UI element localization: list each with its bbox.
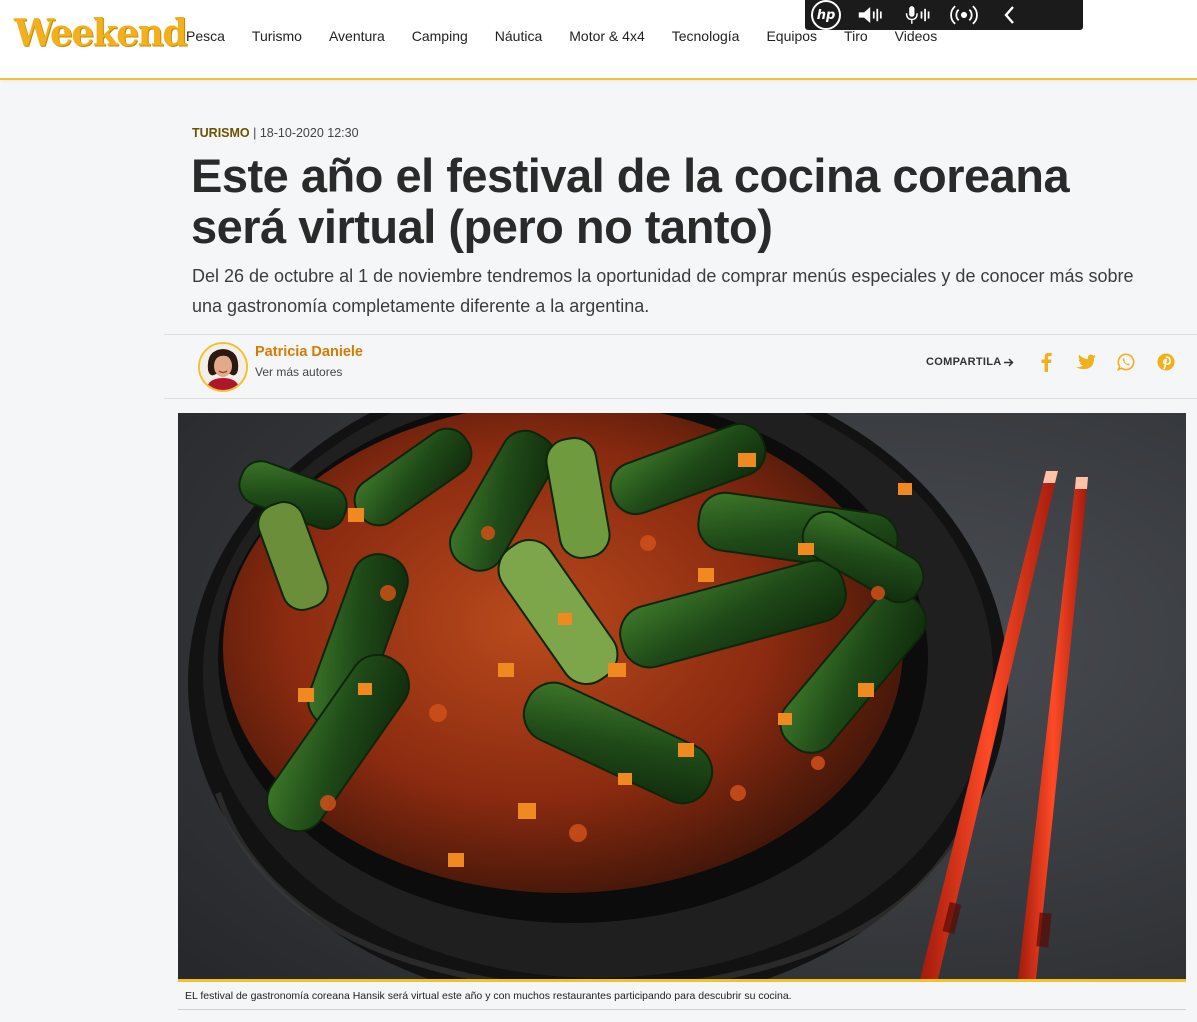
nav-item-nautica[interactable]: Náutica: [495, 28, 542, 44]
more-authors-link[interactable]: Ver más autores: [255, 365, 342, 379]
nav-item-turismo[interactable]: Turismo: [252, 28, 302, 44]
share-buttons: [1026, 350, 1186, 374]
author-share-row: Patricia Daniele Ver más autores COMPART…: [164, 334, 1197, 399]
main-nav: Pesca Turismo Aventura Camping Náutica M…: [186, 28, 964, 44]
hp-audio-toolbar: hp: [805, 0, 1083, 30]
image-caption: EL festival de gastronomía coreana Hansi…: [185, 990, 792, 1002]
nav-item-tiro[interactable]: Tiro: [844, 28, 868, 44]
hero-image: [178, 413, 1186, 982]
arrow-right-icon: [1004, 356, 1015, 368]
article-meta: TURISMO | 18-10-2020 12:30: [192, 126, 359, 140]
whatsapp-icon[interactable]: [1106, 350, 1146, 374]
nav-item-aventura[interactable]: Aventura: [329, 28, 385, 44]
publish-date: 18-10-2020 12:30: [259, 126, 359, 140]
nav-item-videos[interactable]: Videos: [895, 28, 938, 44]
microphone-mute-icon[interactable]: [903, 3, 933, 27]
article-title: Este año el festival de la cocina corean…: [191, 149, 1070, 253]
article-subtitle: Del 26 de octubre al 1 de noviembre tend…: [192, 266, 1134, 316]
chevron-left-icon[interactable]: [995, 3, 1025, 27]
broadcast-icon[interactable]: [949, 3, 979, 27]
nav-item-equipos[interactable]: Equipos: [766, 28, 817, 44]
category-link[interactable]: TURISMO: [192, 126, 250, 140]
nav-item-camping[interactable]: Camping: [412, 28, 468, 44]
author-name-link[interactable]: Patricia Daniele: [255, 344, 363, 360]
pinterest-icon[interactable]: [1146, 350, 1186, 374]
facebook-icon[interactable]: [1026, 350, 1066, 374]
site-logo[interactable]: Weekend: [14, 11, 188, 55]
nav-item-motor[interactable]: Motor & 4x4: [569, 28, 644, 44]
caption-divider: [178, 1009, 1186, 1010]
share-label: COMPARTILA: [926, 356, 1015, 368]
meta-separator: |: [249, 126, 260, 140]
nav-item-tecnologia[interactable]: Tecnología: [672, 28, 740, 44]
hp-logo-icon[interactable]: hp: [811, 0, 841, 30]
speaker-mute-icon[interactable]: [857, 3, 887, 27]
author-avatar[interactable]: [198, 342, 248, 392]
nav-item-pesca[interactable]: Pesca: [186, 28, 225, 44]
twitter-icon[interactable]: [1066, 350, 1106, 374]
share-label-text: COMPARTILA: [926, 356, 1002, 368]
